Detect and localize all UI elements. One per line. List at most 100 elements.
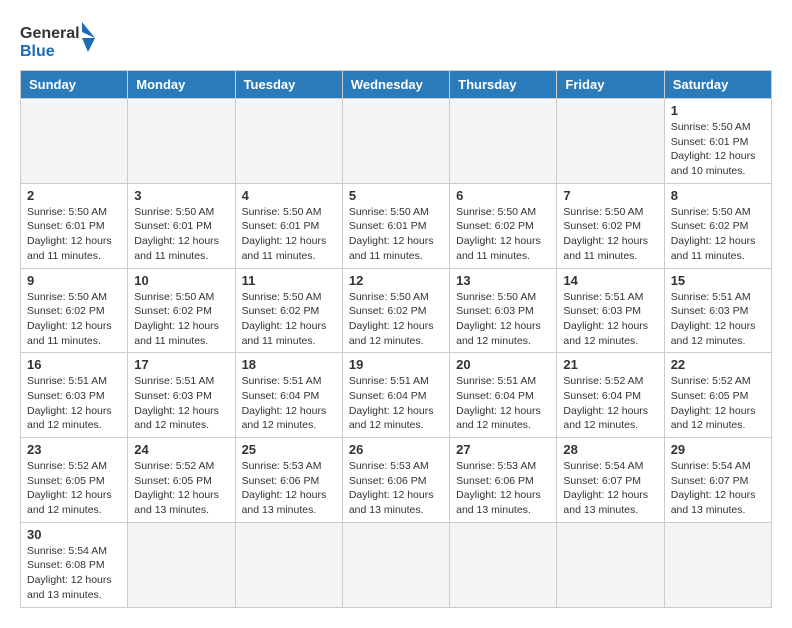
- day-number: 21: [563, 357, 657, 372]
- day-number: 28: [563, 442, 657, 457]
- calendar-day-cell: 21Sunrise: 5:52 AM Sunset: 6:04 PM Dayli…: [557, 353, 664, 438]
- calendar-day-cell: [557, 99, 664, 184]
- day-number: 14: [563, 273, 657, 288]
- calendar-week-row: 1 Sunrise: 5:50 AM Sunset: 6:01 PM Daylig…: [21, 99, 772, 184]
- day-info: Sunrise: 5:50 AM Sunset: 6:01 PM Dayligh…: [134, 205, 228, 264]
- calendar-day-cell: 7 Sunrise: 5:50 AM Sunset: 6:02 PM Daylig…: [557, 183, 664, 268]
- day-number: 1: [671, 103, 765, 118]
- calendar-day-cell: [450, 522, 557, 607]
- calendar-day-cell: [21, 99, 128, 184]
- calendar-day-cell: 28 Sunrise: 5:54 AM Sunset: 6:07 PM Dayli…: [557, 438, 664, 523]
- svg-text:General: General: [20, 25, 80, 42]
- day-info: Sunrise: 5:51 AM Sunset: 6:04 PM Dayligh…: [456, 374, 550, 433]
- calendar-day-cell: 9Sunrise: 5:50 AM Sunset: 6:02 PM Daylig…: [21, 268, 128, 353]
- day-info: Sunrise: 5:52 AM Sunset: 6:05 PM Dayligh…: [27, 459, 121, 518]
- calendar-week-row: 2 Sunrise: 5:50 AM Sunset: 6:01 PM Daylig…: [21, 183, 772, 268]
- day-info: Sunrise: 5:53 AM Sunset: 6:06 PM Dayligh…: [456, 459, 550, 518]
- day-number: 29: [671, 442, 765, 457]
- day-number: 4: [242, 188, 336, 203]
- day-number: 20: [456, 357, 550, 372]
- calendar-day-cell: [342, 522, 449, 607]
- calendar-week-row: 30Sunrise: 5:54 AM Sunset: 6:08 PM Dayli…: [21, 522, 772, 607]
- day-info: Sunrise: 5:51 AM Sunset: 6:03 PM Dayligh…: [134, 374, 228, 433]
- day-number: 30: [27, 527, 121, 542]
- calendar-day-cell: [128, 99, 235, 184]
- day-info: Sunrise: 5:52 AM Sunset: 6:05 PM Dayligh…: [134, 459, 228, 518]
- day-info: Sunrise: 5:54 AM Sunset: 6:07 PM Dayligh…: [563, 459, 657, 518]
- day-info: Sunrise: 5:50 AM Sunset: 6:02 PM Dayligh…: [134, 290, 228, 349]
- calendar-day-cell: 8 Sunrise: 5:50 AM Sunset: 6:02 PM Daylig…: [664, 183, 771, 268]
- calendar-day-cell: 20 Sunrise: 5:51 AM Sunset: 6:04 PM Dayli…: [450, 353, 557, 438]
- day-info: Sunrise: 5:53 AM Sunset: 6:06 PM Dayligh…: [349, 459, 443, 518]
- col-header-monday: Monday: [128, 71, 235, 99]
- calendar-day-cell: [664, 522, 771, 607]
- calendar-day-cell: [235, 522, 342, 607]
- day-number: 22: [671, 357, 765, 372]
- day-number: 9: [27, 273, 121, 288]
- day-info: Sunrise: 5:50 AM Sunset: 6:03 PM Dayligh…: [456, 290, 550, 349]
- day-info: Sunrise: 5:50 AM Sunset: 6:02 PM Dayligh…: [242, 290, 336, 349]
- day-number: 25: [242, 442, 336, 457]
- calendar-day-cell: 23Sunrise: 5:52 AM Sunset: 6:05 PM Dayli…: [21, 438, 128, 523]
- calendar-day-cell: 18 Sunrise: 5:51 AM Sunset: 6:04 PM Dayli…: [235, 353, 342, 438]
- calendar-day-cell: [450, 99, 557, 184]
- calendar-day-cell: 5Sunrise: 5:50 AM Sunset: 6:01 PM Daylig…: [342, 183, 449, 268]
- calendar-day-cell: 4Sunrise: 5:50 AM Sunset: 6:01 PM Daylig…: [235, 183, 342, 268]
- calendar-day-cell: 3Sunrise: 5:50 AM Sunset: 6:01 PM Daylig…: [128, 183, 235, 268]
- calendar-day-cell: 29Sunrise: 5:54 AM Sunset: 6:07 PM Dayli…: [664, 438, 771, 523]
- calendar-day-cell: 17 Sunrise: 5:51 AM Sunset: 6:03 PM Dayli…: [128, 353, 235, 438]
- day-number: 6: [456, 188, 550, 203]
- calendar-day-cell: 16 Sunrise: 5:51 AM Sunset: 6:03 PM Dayli…: [21, 353, 128, 438]
- day-number: 19: [349, 357, 443, 372]
- calendar-day-cell: [342, 99, 449, 184]
- calendar-day-cell: 15 Sunrise: 5:51 AM Sunset: 6:03 PM Dayli…: [664, 268, 771, 353]
- day-number: 12: [349, 273, 443, 288]
- day-number: 15: [671, 273, 765, 288]
- calendar-day-cell: 13 Sunrise: 5:50 AM Sunset: 6:03 PM Dayli…: [450, 268, 557, 353]
- calendar-day-cell: 22 Sunrise: 5:52 AM Sunset: 6:05 PM Dayli…: [664, 353, 771, 438]
- calendar-day-cell: 25Sunrise: 5:53 AM Sunset: 6:06 PM Dayli…: [235, 438, 342, 523]
- calendar-day-cell: 2 Sunrise: 5:50 AM Sunset: 6:01 PM Daylig…: [21, 183, 128, 268]
- day-number: 17: [134, 357, 228, 372]
- day-info: Sunrise: 5:50 AM Sunset: 6:01 PM Dayligh…: [671, 120, 765, 179]
- day-info: Sunrise: 5:51 AM Sunset: 6:04 PM Dayligh…: [349, 374, 443, 433]
- day-info: Sunrise: 5:52 AM Sunset: 6:05 PM Dayligh…: [671, 374, 765, 433]
- page-header: GeneralBlue: [20, 20, 772, 60]
- day-number: 8: [671, 188, 765, 203]
- calendar-day-cell: 24 Sunrise: 5:52 AM Sunset: 6:05 PM Dayli…: [128, 438, 235, 523]
- day-number: 11: [242, 273, 336, 288]
- day-info: Sunrise: 5:50 AM Sunset: 6:02 PM Dayligh…: [456, 205, 550, 264]
- day-info: Sunrise: 5:50 AM Sunset: 6:01 PM Dayligh…: [27, 205, 121, 264]
- calendar-day-cell: [128, 522, 235, 607]
- day-info: Sunrise: 5:51 AM Sunset: 6:03 PM Dayligh…: [671, 290, 765, 349]
- day-info: Sunrise: 5:51 AM Sunset: 6:03 PM Dayligh…: [27, 374, 121, 433]
- calendar-day-cell: 14Sunrise: 5:51 AM Sunset: 6:03 PM Dayli…: [557, 268, 664, 353]
- calendar-day-cell: 6 Sunrise: 5:50 AM Sunset: 6:02 PM Daylig…: [450, 183, 557, 268]
- calendar-day-cell: [557, 522, 664, 607]
- calendar-day-cell: 10 Sunrise: 5:50 AM Sunset: 6:02 PM Dayli…: [128, 268, 235, 353]
- day-info: Sunrise: 5:50 AM Sunset: 6:02 PM Dayligh…: [671, 205, 765, 264]
- logo: GeneralBlue: [20, 20, 100, 60]
- day-number: 24: [134, 442, 228, 457]
- day-number: 10: [134, 273, 228, 288]
- calendar-table: SundayMondayTuesdayWednesdayThursdayFrid…: [20, 70, 772, 608]
- calendar-day-cell: 26 Sunrise: 5:53 AM Sunset: 6:06 PM Dayli…: [342, 438, 449, 523]
- calendar-day-cell: [235, 99, 342, 184]
- day-info: Sunrise: 5:51 AM Sunset: 6:04 PM Dayligh…: [242, 374, 336, 433]
- day-number: 16: [27, 357, 121, 372]
- day-number: 18: [242, 357, 336, 372]
- day-number: 5: [349, 188, 443, 203]
- calendar-day-cell: 27Sunrise: 5:53 AM Sunset: 6:06 PM Dayli…: [450, 438, 557, 523]
- day-number: 2: [27, 188, 121, 203]
- calendar-day-cell: 1 Sunrise: 5:50 AM Sunset: 6:01 PM Daylig…: [664, 99, 771, 184]
- calendar-day-cell: 30Sunrise: 5:54 AM Sunset: 6:08 PM Dayli…: [21, 522, 128, 607]
- calendar-day-cell: 19 Sunrise: 5:51 AM Sunset: 6:04 PM Dayli…: [342, 353, 449, 438]
- day-number: 26: [349, 442, 443, 457]
- day-info: Sunrise: 5:50 AM Sunset: 6:02 PM Dayligh…: [563, 205, 657, 264]
- col-header-tuesday: Tuesday: [235, 71, 342, 99]
- day-number: 7: [563, 188, 657, 203]
- calendar-week-row: 9 Sunrise: 5:50 AM Sunset: 6:02 PM Daylig…: [21, 268, 772, 353]
- col-header-wednesday: Wednesday: [342, 71, 449, 99]
- day-number: 13: [456, 273, 550, 288]
- col-header-saturday: Saturday: [664, 71, 771, 99]
